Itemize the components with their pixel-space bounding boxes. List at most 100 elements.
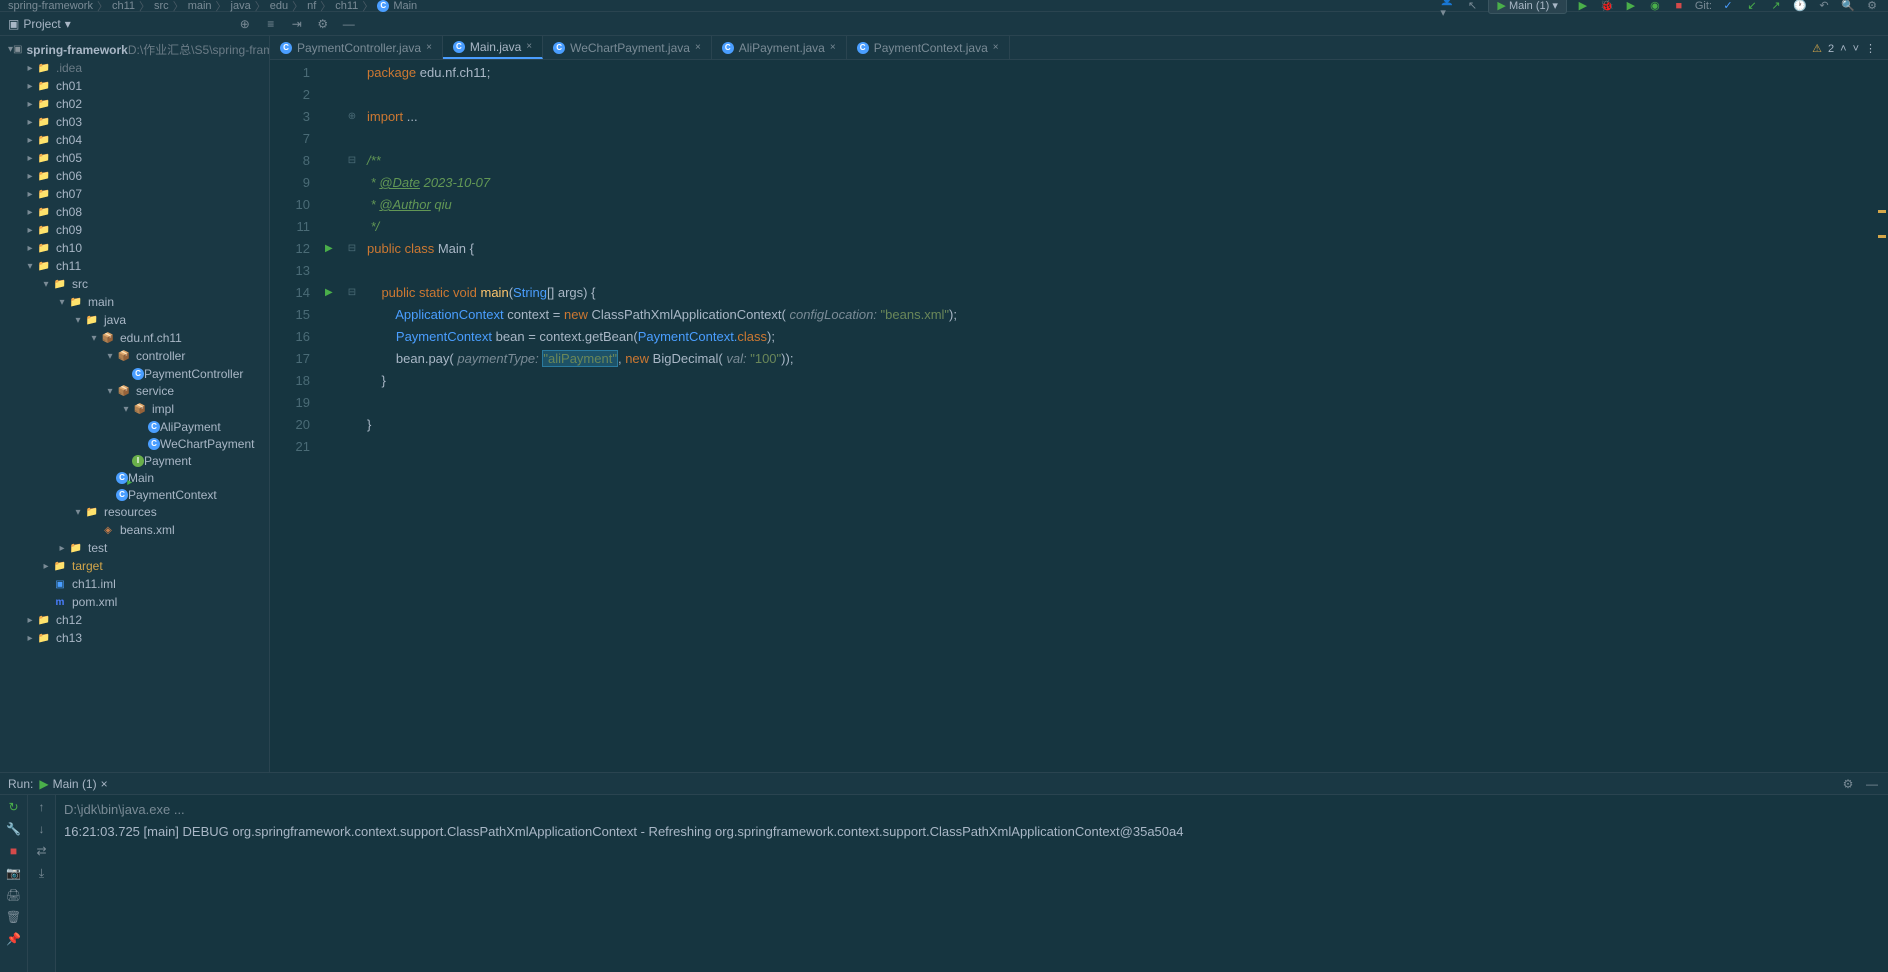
collapse-all-icon[interactable]: ⇥	[289, 16, 305, 32]
git-history-icon[interactable]: 🕐	[1792, 0, 1808, 14]
tab-WeChartPayment[interactable]: CWeChartPayment.java×	[543, 36, 712, 59]
code-text[interactable]: package edu.nf.ch11; import ... /** * @D…	[359, 60, 1888, 772]
tree-controller[interactable]: ▾📦controller	[0, 347, 269, 365]
scroll-icon[interactable]: ⤓	[34, 865, 50, 881]
down-icon[interactable]: ↓	[34, 821, 50, 837]
search-everywhere-icon[interactable]: ↖	[1464, 0, 1480, 14]
tree-root[interactable]: ▾▣spring-framework D:\作业汇总\S5\spring-fra…	[0, 40, 269, 59]
bc-seg[interactable]: Main	[393, 0, 417, 12]
hide-icon[interactable]: —	[341, 16, 357, 32]
tree-impl[interactable]: ▾📦impl	[0, 400, 269, 418]
tree-resources[interactable]: ▾📁resources	[0, 503, 269, 521]
tree-AliPayment[interactable]: C AliPayment	[0, 418, 269, 435]
profile-icon[interactable]: ◉	[1647, 0, 1663, 14]
console-output[interactable]: D:\jdk\bin\java.exe ... 16:21:03.725 [ma…	[56, 795, 1888, 972]
tree-ch07[interactable]: ▸📁ch07	[0, 185, 269, 203]
tree-pom-xml[interactable]: pom.xml	[0, 593, 269, 611]
tree-PaymentController[interactable]: C PaymentController	[0, 365, 269, 382]
git-update-icon[interactable]: ✓	[1720, 0, 1736, 14]
tree-ch11[interactable]: ▾📁ch11	[0, 257, 269, 275]
close-icon[interactable]: ×	[526, 41, 532, 52]
chevron-up-icon[interactable]: ˄	[1840, 43, 1846, 55]
tab-Main[interactable]: CMain.java×	[443, 36, 543, 59]
bc-seg[interactable]: ch11	[335, 0, 358, 12]
user-icon[interactable]: 👤▾	[1440, 0, 1456, 14]
tree-ch01[interactable]: ▸📁ch01	[0, 77, 269, 95]
up-icon[interactable]: ↑	[34, 799, 50, 815]
tree-target[interactable]: ▸📁target	[0, 557, 269, 575]
warning-marker[interactable]	[1878, 235, 1886, 238]
run-tab[interactable]: ▶ Main (1) ×	[33, 777, 113, 791]
tool-icon[interactable]: 🔧	[6, 821, 22, 837]
tree-WeChartPayment[interactable]: C WeChartPayment	[0, 435, 269, 452]
git-commit-icon[interactable]: ↙	[1744, 0, 1760, 14]
bc-seg[interactable]: src	[154, 0, 169, 12]
gear-icon[interactable]: ⚙	[1840, 776, 1856, 792]
tree-java[interactable]: ▾📁java	[0, 311, 269, 329]
tree-ch02[interactable]: ▸📁ch02	[0, 95, 269, 113]
bc-seg[interactable]: ch11	[112, 0, 135, 12]
settings-gear-icon[interactable]: ⚙	[315, 16, 331, 32]
tree-ch10[interactable]: ▸📁ch10	[0, 239, 269, 257]
tree-Main[interactable]: C▶ Main	[0, 469, 269, 486]
code-editor[interactable]: 1 2 3 7 8 9 10 11 12 13 14 15 16 17 18 1…	[270, 60, 1888, 772]
tree-PaymentContext[interactable]: C PaymentContext	[0, 486, 269, 503]
close-icon[interactable]: ×	[830, 42, 836, 53]
tree-service[interactable]: ▾📦service	[0, 382, 269, 400]
trash-icon[interactable]: 🗑	[6, 909, 22, 925]
git-rollback-icon[interactable]: ↶	[1816, 0, 1832, 14]
debug-icon[interactable]: 🐞	[1599, 0, 1615, 14]
tree-ch09[interactable]: ▸📁ch09	[0, 221, 269, 239]
tree-ch13[interactable]: ▸📁ch13	[0, 629, 269, 647]
tree-ch12[interactable]: ▸📁ch12	[0, 611, 269, 629]
tree-ch04[interactable]: ▸📁ch04	[0, 131, 269, 149]
tree-Payment[interactable]: I Payment	[0, 452, 269, 469]
tree-ch11-iml[interactable]: ▣ch11.iml	[0, 575, 269, 593]
tree-ch03[interactable]: ▸📁ch03	[0, 113, 269, 131]
error-stripe[interactable]	[1878, 90, 1886, 772]
rerun-icon[interactable]: ↻	[6, 799, 22, 815]
bc-seg[interactable]: main	[188, 0, 212, 12]
camera-icon[interactable]: 📷	[6, 865, 22, 881]
tree-test[interactable]: ▸📁test	[0, 539, 269, 557]
tree-beans-xml[interactable]: beans.xml	[0, 521, 269, 539]
tree-ch08[interactable]: ▸📁ch08	[0, 203, 269, 221]
more-icon[interactable]: ⋮	[1865, 42, 1876, 55]
stop-run-icon[interactable]: ■	[6, 843, 22, 859]
close-icon[interactable]: ×	[426, 42, 432, 53]
close-icon[interactable]: ×	[101, 777, 108, 791]
expand-all-icon[interactable]: ≡	[263, 16, 279, 32]
run-icon[interactable]: ▶	[1575, 0, 1591, 14]
tree-package[interactable]: ▾📦edu.nf.ch11	[0, 329, 269, 347]
coverage-icon[interactable]: ▶	[1623, 0, 1639, 14]
tree-ch05[interactable]: ▸📁ch05	[0, 149, 269, 167]
bc-seg[interactable]: spring-framework	[8, 0, 93, 12]
search-icon[interactable]: 🔍	[1840, 0, 1856, 14]
tab-PaymentContext[interactable]: CPaymentContext.java×	[847, 36, 1010, 59]
tree-ch06[interactable]: ▸📁ch06	[0, 167, 269, 185]
tree-src[interactable]: ▾📁src	[0, 275, 269, 293]
select-opened-icon[interactable]: ⊕	[237, 16, 253, 32]
warning-marker[interactable]	[1878, 210, 1886, 213]
close-icon[interactable]: ×	[993, 42, 999, 53]
bc-seg[interactable]: nf	[307, 0, 316, 12]
editor-inspection[interactable]: ⚠2 ˄ ˅ ⋮	[1812, 42, 1876, 55]
bc-seg[interactable]: edu	[270, 0, 288, 12]
pin-icon[interactable]: 📌	[6, 931, 22, 947]
print-icon[interactable]: 🖨	[6, 887, 22, 903]
tab-AliPayment[interactable]: CAliPayment.java×	[712, 36, 847, 59]
tree-main[interactable]: ▾📁main	[0, 293, 269, 311]
tab-PaymentController[interactable]: CPaymentController.java×	[270, 36, 443, 59]
run-config-selector[interactable]: ▶ Main (1) ▾	[1488, 0, 1566, 14]
run-gutter-icon[interactable]: ▶	[325, 238, 345, 260]
bc-seg[interactable]: java	[231, 0, 251, 12]
close-icon[interactable]: ×	[695, 42, 701, 53]
run-gutter-icon[interactable]: ▶	[325, 282, 345, 304]
hide-icon[interactable]: —	[1864, 776, 1880, 792]
project-tool-label[interactable]: ▣ Project ▾	[8, 17, 71, 31]
git-push-icon[interactable]: ↗	[1768, 0, 1784, 14]
tree-idea[interactable]: ▸📁.idea	[0, 59, 269, 77]
settings-icon[interactable]: ⚙	[1864, 0, 1880, 14]
wrap-icon[interactable]: ⇄	[34, 843, 50, 859]
stop-icon[interactable]: ■	[1671, 0, 1687, 14]
